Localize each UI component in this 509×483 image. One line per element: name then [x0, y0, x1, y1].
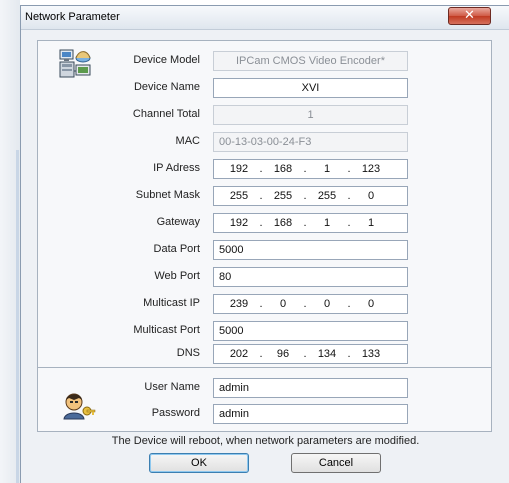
device-name-row: Device Name [38, 78, 493, 98]
data-port-row: Data Port [38, 240, 493, 260]
ip-octet[interactable]: 255 [224, 190, 254, 202]
ip-octet[interactable]: 202 [224, 348, 254, 360]
window-title: Network Parameter [25, 11, 120, 23]
ip-octet[interactable]: 0 [312, 298, 342, 310]
ip-octet[interactable]: 96 [268, 348, 298, 360]
channel-total-label: Channel Total [132, 108, 200, 120]
ip-dot: . [303, 190, 307, 202]
web-port-row: Web Port [38, 267, 493, 287]
data-port-input[interactable] [213, 240, 408, 260]
title-bar: Network Parameter ✕ [21, 6, 509, 30]
mac-field [213, 132, 408, 152]
ip-address-label: IP Adress [153, 162, 200, 174]
mac-row: MAC [38, 132, 493, 152]
ip-address-row: IP Adress 192. 168. 1. 123 [38, 159, 493, 179]
cancel-button[interactable]: Cancel [291, 453, 381, 473]
ip-dot: . [303, 163, 307, 175]
channel-total-field [213, 105, 408, 125]
ip-dot: . [259, 298, 263, 310]
ip-dot: . [259, 163, 263, 175]
ip-address-input[interactable]: 192. 168. 1. 123 [213, 159, 408, 179]
multicast-port-input[interactable] [213, 321, 408, 341]
ip-dot: . [347, 163, 351, 175]
user-name-row: User Name [38, 378, 493, 398]
ip-octet[interactable]: 133 [356, 348, 386, 360]
ok-button[interactable]: OK [149, 453, 249, 473]
gateway-row: Gateway 192. 168. 1. 1 [38, 213, 493, 233]
ip-dot: . [259, 190, 263, 202]
ip-octet[interactable]: 255 [312, 190, 342, 202]
ip-octet[interactable]: 123 [356, 163, 386, 175]
gateway-input[interactable]: 192. 168. 1. 1 [213, 213, 408, 233]
subnet-mask-label: Subnet Mask [135, 189, 200, 201]
ip-dot: . [347, 217, 351, 229]
ip-dot: . [259, 348, 263, 360]
ip-octet[interactable]: 0 [356, 298, 386, 310]
ip-dot: . [303, 217, 307, 229]
ip-dot: . [347, 348, 351, 360]
dns-input[interactable]: 202. 96. 134. 133 [213, 344, 408, 364]
multicast-ip-input[interactable]: 239. 0. 0. 0 [213, 294, 408, 314]
password-row: Password [38, 404, 493, 424]
device-name-input[interactable] [213, 78, 408, 98]
data-port-label: Data Port [153, 243, 200, 255]
ip-octet[interactable]: 239 [224, 298, 254, 310]
ip-octet[interactable]: 1 [312, 163, 342, 175]
reboot-notice: The Device will reboot, when network par… [111, 435, 420, 447]
ip-octet[interactable]: 192 [224, 163, 254, 175]
ip-octet[interactable]: 168 [268, 163, 298, 175]
section-divider [38, 367, 491, 368]
ip-octet[interactable]: 0 [356, 190, 386, 202]
ip-octet[interactable]: 255 [268, 190, 298, 202]
dns-label: DNS [176, 347, 200, 359]
ip-octet[interactable]: 1 [312, 217, 342, 229]
user-name-input[interactable] [213, 378, 408, 398]
multicast-port-row: Multicast Port [38, 321, 493, 341]
close-button[interactable]: ✕ [448, 7, 491, 25]
close-icon: ✕ [464, 8, 475, 23]
device-name-label: Device Name [133, 81, 200, 93]
subnet-mask-input[interactable]: 255. 255. 255. 0 [213, 186, 408, 206]
ip-dot: . [259, 217, 263, 229]
ip-octet[interactable]: 1 [356, 217, 386, 229]
multicast-ip-label: Multicast IP [143, 297, 200, 309]
multicast-port-label: Multicast Port [133, 324, 200, 336]
password-input[interactable] [213, 404, 408, 424]
ip-octet[interactable]: 168 [268, 217, 298, 229]
parameter-panel: Device Model Device Name Channel Total M… [37, 40, 492, 432]
gateway-label: Gateway [156, 216, 200, 228]
ip-octet[interactable]: 134 [312, 348, 342, 360]
user-name-label: User Name [144, 381, 200, 393]
network-parameter-dialog: Network Parameter ✕ Device Model Device … [20, 5, 509, 483]
ip-dot: . [347, 190, 351, 202]
password-label: Password [151, 407, 200, 419]
dns-row: DNS 202. 96. 134. 133 [38, 344, 493, 364]
ip-octet[interactable]: 0 [268, 298, 298, 310]
multicast-ip-row: Multicast IP 239. 0. 0. 0 [38, 294, 493, 314]
device-model-label: Device Model [133, 54, 200, 66]
background-window-border [16, 150, 19, 483]
web-port-input[interactable] [213, 267, 408, 287]
ip-dot: . [347, 298, 351, 310]
ip-dot: . [303, 298, 307, 310]
ip-dot: . [303, 348, 307, 360]
mac-label: MAC [175, 135, 200, 147]
web-port-label: Web Port [154, 270, 200, 282]
device-model-row: Device Model [38, 51, 493, 71]
ip-octet[interactable]: 192 [224, 217, 254, 229]
device-model-field [213, 51, 408, 71]
subnet-mask-row: Subnet Mask 255. 255. 255. 0 [38, 186, 493, 206]
channel-total-row: Channel Total [38, 105, 493, 125]
